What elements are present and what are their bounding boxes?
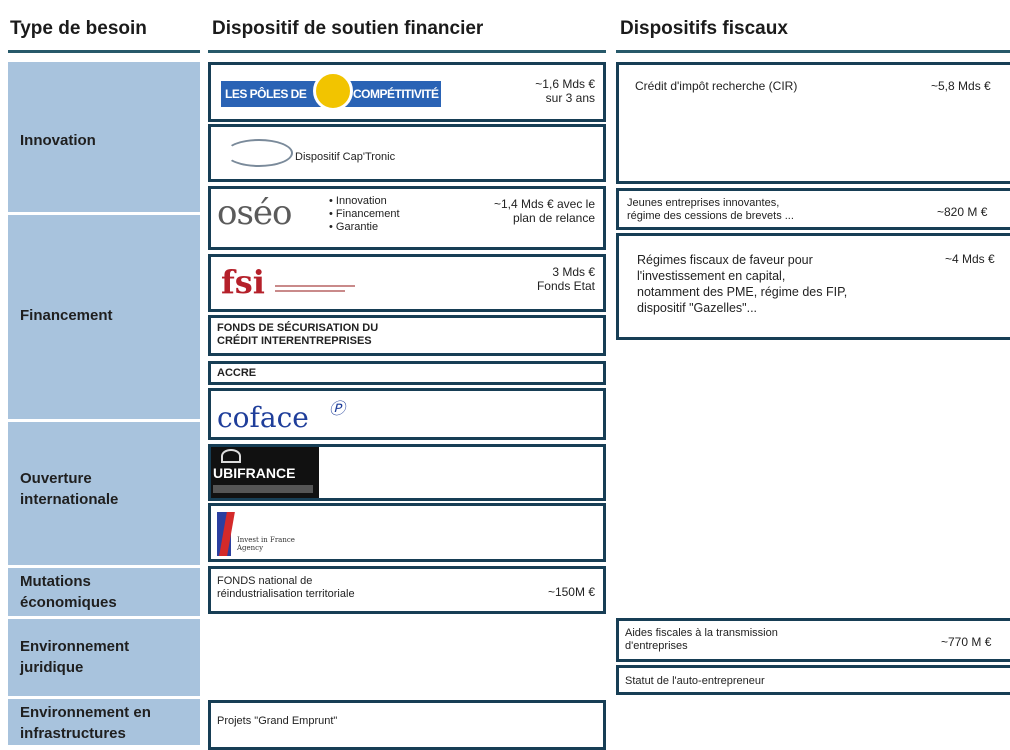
label-line: l'investissement en capital, bbox=[637, 269, 786, 283]
fsi-logo-caption-icon bbox=[275, 285, 355, 287]
category-label: Environnement juridique bbox=[20, 638, 130, 676]
fonds-national-label: FONDS national de réindustrialisation te… bbox=[217, 575, 355, 601]
box-coface: coface Ⓟ bbox=[208, 388, 606, 440]
ubifrance-logo: UBIFRANCE bbox=[211, 447, 319, 498]
auto-entrepreneur-label: Statut de l'auto-entrepreneur bbox=[625, 675, 765, 687]
amount-line: ~1,6 Mds € bbox=[535, 77, 595, 91]
category-label: Environnement en infrastructures bbox=[20, 704, 151, 742]
poles-logo-emblem-icon bbox=[313, 71, 353, 111]
box-grand-emprunt: Projets "Grand Emprunt" bbox=[208, 700, 606, 750]
box-aides-fiscales: Aides fiscales à la transmission d'entre… bbox=[616, 618, 1010, 662]
ubifrance-logo-text: UBIFRANCE bbox=[213, 465, 296, 481]
captronic-label: Dispositif Cap'Tronic bbox=[295, 151, 396, 163]
ubifrance-emblem-icon bbox=[221, 449, 241, 463]
label-line: notamment des PME, régime des FIP, bbox=[637, 285, 848, 299]
header-type-besoin: Type de besoin bbox=[10, 18, 147, 39]
box-captronic: Dispositif Cap'Tronic bbox=[208, 124, 606, 182]
cir-label: Crédit d'impôt recherche (CIR) bbox=[635, 79, 798, 93]
regimes-label: Régimes fiscaux de faveur pour l'investi… bbox=[637, 252, 847, 316]
fsi-logo: fsi bbox=[221, 263, 265, 301]
label-line: régime des cessions de brevets ... bbox=[627, 210, 794, 222]
amount-line: plan de relance bbox=[512, 211, 595, 225]
regimes-amount: ~4 Mds € bbox=[945, 252, 995, 266]
header-underline bbox=[208, 50, 606, 53]
box-ubifrance: UBIFRANCE bbox=[208, 444, 606, 501]
poles-amount: ~1,6 Mds € sur 3 ans bbox=[475, 77, 595, 105]
coface-logo: coface bbox=[217, 401, 309, 434]
invest-logo-text: Invest in France Agency bbox=[237, 536, 295, 552]
fonds-national-amount: ~150M € bbox=[547, 585, 595, 599]
header-underline bbox=[616, 50, 1010, 53]
category-label: Innovation bbox=[20, 132, 96, 149]
label-line: dispositif "Gazelles"... bbox=[637, 301, 758, 315]
category-label: Mutations économiques bbox=[20, 573, 117, 611]
poles-logo: LES PÔLES DE COMPÉTITIVITÉ bbox=[221, 71, 441, 111]
list-item: Garantie bbox=[329, 221, 400, 234]
oseo-items: Innovation Financement Garantie bbox=[329, 195, 400, 234]
amount-line: sur 3 ans bbox=[545, 91, 595, 105]
jei-amount: ~820 M € bbox=[937, 205, 988, 219]
box-cir: Crédit d'impôt recherche (CIR) ~5,8 Mds … bbox=[616, 62, 1010, 184]
label-line: réindustrialisation territoriale bbox=[217, 588, 355, 600]
poles-logo-text-right: COMPÉTITIVITÉ bbox=[353, 87, 439, 101]
box-fonds-national: FONDS national de réindustrialisation te… bbox=[208, 566, 606, 614]
label-line: Aides fiscales à la transmission bbox=[625, 627, 778, 639]
category-innovation: Innovation bbox=[8, 62, 200, 212]
captronic-logo-icon bbox=[225, 139, 293, 167]
coface-emblem-icon: Ⓟ bbox=[329, 401, 346, 418]
header-underline bbox=[8, 50, 200, 53]
label-line: d'entreprises bbox=[625, 640, 688, 652]
ubifrance-logo-band-icon bbox=[213, 485, 313, 493]
category-environnement-juridique: Environnement juridique bbox=[8, 619, 200, 696]
amount-line: Fonds Etat bbox=[536, 279, 595, 293]
poles-logo-text-left: LES PÔLES DE bbox=[225, 87, 307, 101]
logo-line: Agency bbox=[237, 544, 264, 552]
aides-amount: ~770 M € bbox=[941, 635, 992, 649]
logo-line: Invest in France bbox=[237, 536, 295, 544]
list-item: Financement bbox=[329, 208, 400, 221]
label-line: Jeunes entreprises innovantes, bbox=[627, 197, 780, 209]
cir-amount: ~5,8 Mds € bbox=[931, 79, 991, 93]
category-label: Financement bbox=[20, 307, 113, 324]
box-jei: Jeunes entreprises innovantes, régime de… bbox=[616, 188, 1010, 230]
box-poles-competitivite: LES PÔLES DE COMPÉTITIVITÉ ~1,6 Mds € su… bbox=[208, 62, 606, 122]
label-line: CRÉDIT INTERENTREPRISES bbox=[217, 335, 372, 347]
amount-line: ~1,4 Mds € avec le bbox=[493, 197, 595, 211]
box-fsi: fsi 3 Mds € Fonds Etat bbox=[208, 254, 606, 312]
category-environnement-infrastructures: Environnement en infrastructures bbox=[8, 699, 200, 745]
box-regimes-fiscaux: Régimes fiscaux de faveur pour l'investi… bbox=[616, 233, 1010, 340]
header-dispositif-financier: Dispositif de soutien financier bbox=[212, 18, 484, 39]
fsi-logo-caption-icon bbox=[275, 290, 345, 292]
label-line: FONDS DE SÉCURISATION DU bbox=[217, 322, 379, 334]
category-label: Ouverture internationale bbox=[20, 470, 119, 508]
grand-emprunt-label: Projets "Grand Emprunt" bbox=[217, 715, 338, 727]
box-accre: ACCRE bbox=[208, 361, 606, 385]
fonds-securisation-label: FONDS DE SÉCURISATION DU CRÉDIT INTERENT… bbox=[217, 322, 378, 348]
box-fonds-securisation: FONDS DE SÉCURISATION DU CRÉDIT INTERENT… bbox=[208, 315, 606, 356]
accre-label: ACCRE bbox=[217, 367, 257, 379]
jei-label: Jeunes entreprises innovantes, régime de… bbox=[627, 197, 794, 223]
box-oseo: oséo Innovation Financement Garantie ~1,… bbox=[208, 186, 606, 250]
amount-line: 3 Mds € bbox=[552, 265, 595, 279]
category-mutations-economiques: Mutations économiques bbox=[8, 568, 200, 616]
label-line: FONDS national de bbox=[217, 575, 313, 587]
oseo-amount: ~1,4 Mds € avec le plan de relance bbox=[435, 197, 595, 225]
header-dispositifs-fiscaux: Dispositifs fiscaux bbox=[620, 18, 788, 39]
aides-label: Aides fiscales à la transmission d'entre… bbox=[625, 627, 778, 653]
label-line: Régimes fiscaux de faveur pour bbox=[637, 253, 813, 267]
box-invest-in-france: Invest in France Agency bbox=[208, 503, 606, 562]
box-auto-entrepreneur: Statut de l'auto-entrepreneur bbox=[616, 665, 1010, 695]
category-financement: Financement bbox=[8, 215, 200, 419]
category-ouverture-internationale: Ouverture internationale bbox=[8, 422, 200, 565]
list-item: Innovation bbox=[329, 195, 400, 208]
fsi-amount: 3 Mds € Fonds Etat bbox=[475, 265, 595, 293]
oseo-logo: oséo bbox=[217, 193, 293, 233]
